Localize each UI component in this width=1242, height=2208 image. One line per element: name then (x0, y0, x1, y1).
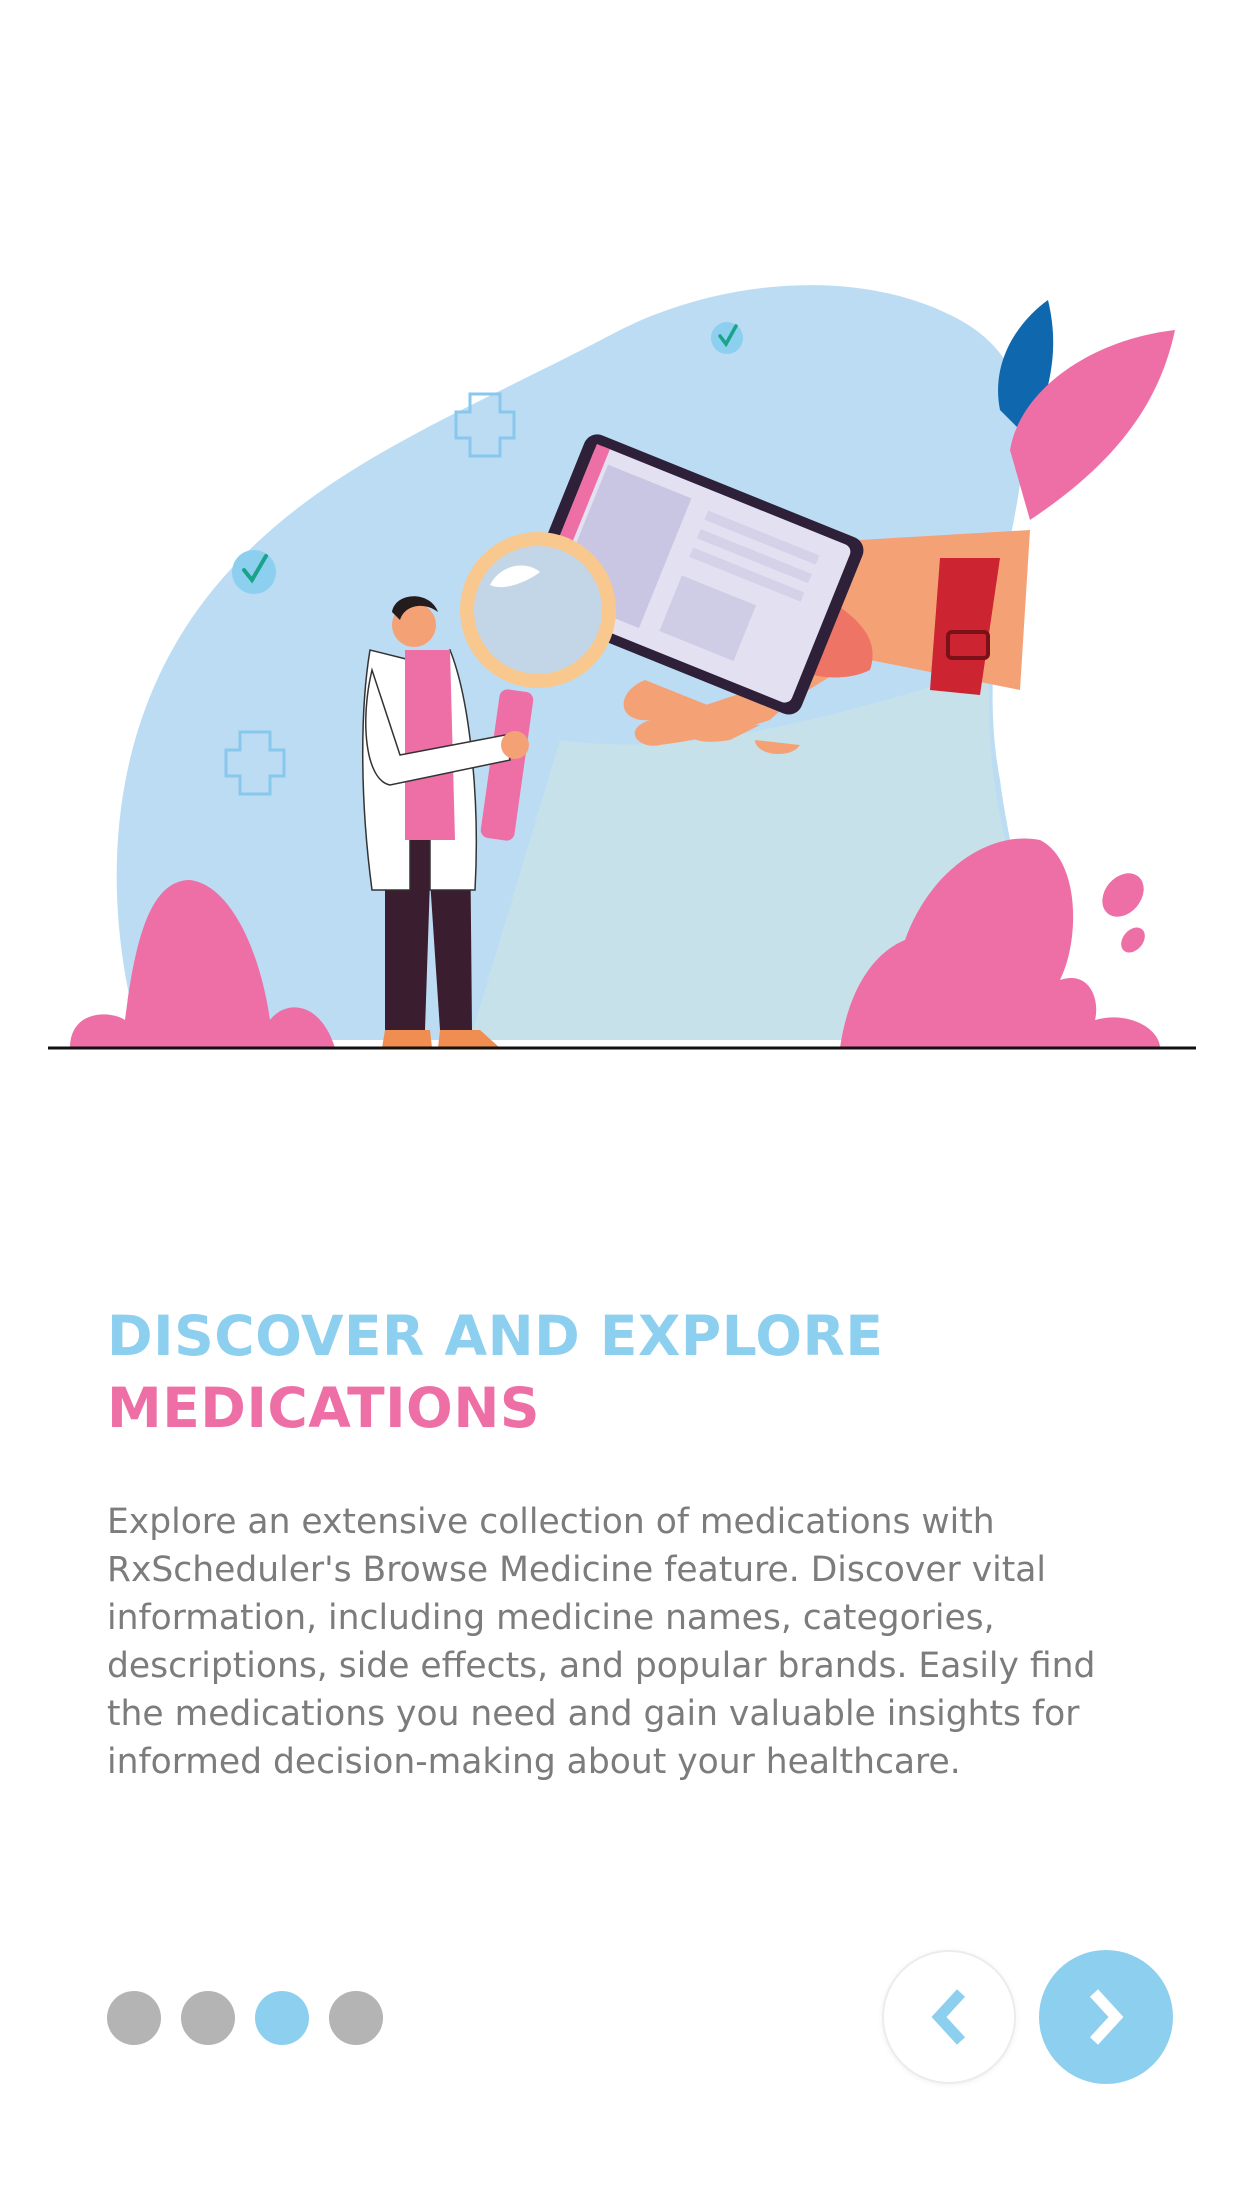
chevron-right-icon (1089, 1989, 1124, 2045)
title-line-secondary: MEDICATIONS (107, 1376, 540, 1440)
onboarding-description: Explore an extensive collection of medic… (107, 1502, 1096, 1782)
page-dot-active (255, 1991, 309, 2045)
doctor-magnifier-illustration (48, 285, 1196, 1050)
previous-button[interactable] (882, 1950, 1016, 2084)
chevron-left-icon (931, 1989, 966, 2045)
onboarding-title: DISCOVER AND EXPLORE MEDICATIONS (107, 1300, 1137, 1444)
title-line-primary: DISCOVER AND EXPLORE (107, 1304, 884, 1368)
page-dot (107, 1991, 161, 2045)
page-indicator (107, 1991, 383, 2045)
page-dot (181, 1991, 235, 2045)
next-button[interactable] (1039, 1950, 1173, 2084)
page-dot (329, 1991, 383, 2045)
onboarding-screen: DISCOVER AND EXPLORE MEDICATIONS Explore… (0, 0, 1242, 2208)
